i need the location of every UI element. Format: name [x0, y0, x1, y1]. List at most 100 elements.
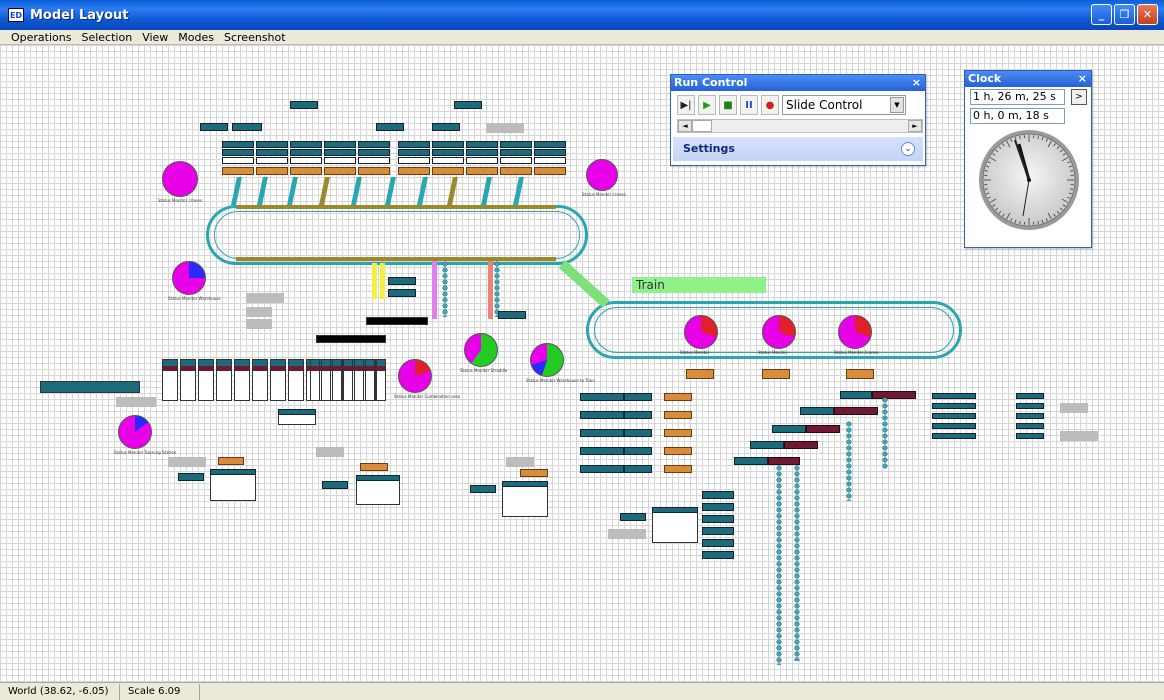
gate-lane-a[interactable] — [580, 429, 624, 437]
status-monitor-pie[interactable] — [172, 261, 206, 295]
upper-bay-left[interactable] — [358, 149, 390, 156]
upper-bay-right[interactable] — [466, 141, 498, 148]
upper-crane-left[interactable] — [324, 167, 356, 175]
dock-queue-2[interactable] — [322, 481, 348, 489]
status-monitor-pie[interactable] — [162, 161, 198, 197]
chevron-down-icon[interactable]: ▼ — [890, 97, 904, 113]
crane-bridge-3[interactable] — [806, 425, 840, 433]
upper-bay-left[interactable] — [290, 149, 322, 156]
dock-queue-3[interactable] — [470, 485, 496, 493]
stack-col-a[interactable] — [932, 403, 976, 409]
stack-col-a[interactable] — [932, 413, 976, 419]
top-queue-3[interactable] — [376, 123, 404, 131]
yard-stack[interactable] — [702, 527, 734, 535]
crane-feed-4[interactable] — [750, 441, 784, 449]
stop-button[interactable]: ■ — [719, 95, 737, 115]
top-station-2[interactable] — [454, 101, 482, 109]
gate-lane-c[interactable] — [664, 411, 692, 419]
buffer-rack-2[interactable] — [366, 317, 428, 325]
storage-column[interactable] — [180, 359, 196, 401]
upper-bay-left[interactable] — [256, 157, 288, 164]
loading-lane[interactable] — [40, 381, 140, 393]
yard-stack[interactable] — [702, 515, 734, 523]
upper-bay-right[interactable] — [500, 157, 532, 164]
upper-crane-left[interactable] — [256, 167, 288, 175]
upper-bay-right[interactable] — [534, 157, 566, 164]
top-buffer[interactable] — [486, 123, 524, 133]
stack-col-b[interactable] — [1016, 423, 1044, 429]
storage-column[interactable] — [216, 359, 232, 401]
upper-bay-left[interactable] — [324, 157, 356, 164]
storage-column[interactable] — [234, 359, 250, 401]
train-feeder-2[interactable] — [388, 289, 416, 297]
upper-bay-right[interactable] — [398, 149, 430, 156]
upper-bay-right[interactable] — [534, 141, 566, 148]
upper-bay-left[interactable] — [222, 149, 254, 156]
storage-column[interactable] — [310, 359, 320, 401]
clock-close-icon[interactable]: × — [1078, 71, 1087, 87]
stack-col-b[interactable] — [1016, 433, 1044, 439]
upper-bay-left[interactable] — [324, 149, 356, 156]
gate-lane-a[interactable] — [580, 447, 624, 455]
yard-stack[interactable] — [702, 551, 734, 559]
crane-bridge-4[interactable] — [784, 441, 818, 449]
dock-orange-2[interactable] — [360, 463, 388, 471]
storage-column[interactable] — [198, 359, 214, 401]
left-buffer-1[interactable] — [246, 293, 284, 303]
upper-crane-right[interactable] — [432, 167, 464, 175]
upper-crane-right[interactable] — [534, 167, 566, 175]
upper-bay-left[interactable] — [324, 141, 356, 148]
restore-button[interactable]: ❐ — [1114, 4, 1135, 25]
right-buffer-1[interactable] — [1060, 403, 1088, 413]
status-monitor-pie[interactable] — [118, 415, 152, 449]
gate-lane-c[interactable] — [664, 447, 692, 455]
crane-bridge-2[interactable] — [834, 407, 878, 415]
status-monitor-pie[interactable] — [530, 343, 564, 377]
storage-column[interactable] — [376, 359, 386, 401]
status-monitor-pie[interactable] — [838, 315, 872, 349]
upper-bay-left[interactable] — [358, 141, 390, 148]
run-control-panel[interactable]: Run Control × ▶| ▶ ■ II ● Slide Control … — [670, 74, 926, 166]
gate-lane-b[interactable] — [624, 411, 652, 419]
dock-orange-1[interactable] — [218, 457, 244, 465]
expand-chevron-icon[interactable]: ⌄ — [901, 142, 915, 156]
dock-queue-1[interactable] — [178, 473, 204, 481]
upper-bay-left[interactable] — [222, 157, 254, 164]
top-station-1[interactable] — [290, 101, 318, 109]
gate-lane-b[interactable] — [624, 465, 652, 473]
upper-bay-right[interactable] — [534, 149, 566, 156]
upper-bay-right[interactable] — [398, 141, 430, 148]
gate-lane-b[interactable] — [624, 447, 652, 455]
gate-lane-b[interactable] — [624, 429, 652, 437]
settings-expander[interactable]: Settings ⌄ — [673, 137, 923, 161]
upper-crane-right[interactable] — [466, 167, 498, 175]
storage-column[interactable] — [343, 359, 353, 401]
right-buffer-2[interactable] — [1060, 431, 1098, 441]
stack-col-b[interactable] — [1016, 413, 1044, 419]
gate-lane-a[interactable] — [580, 411, 624, 419]
left-buffer-7[interactable] — [506, 457, 534, 467]
minimize-button[interactable]: _ — [1091, 4, 1112, 25]
menu-screenshot[interactable]: Screenshot — [223, 31, 287, 44]
status-monitor-pie[interactable] — [398, 359, 432, 393]
storage-column[interactable] — [332, 359, 342, 401]
train-feeder[interactable] — [388, 277, 416, 285]
upper-bay-left[interactable] — [222, 141, 254, 148]
storage-column[interactable] — [270, 359, 286, 401]
stack-col-a[interactable] — [932, 393, 976, 399]
top-queue-4[interactable] — [432, 123, 460, 131]
run-control-close-icon[interactable]: × — [912, 75, 921, 91]
scroll-thumb[interactable] — [692, 120, 712, 132]
upper-bay-right[interactable] — [466, 149, 498, 156]
clock-expand-button[interactable]: > — [1071, 89, 1087, 105]
gate-lane-a[interactable] — [580, 393, 624, 401]
crane-bridge-5[interactable] — [768, 457, 800, 465]
yard-stack[interactable] — [702, 503, 734, 511]
left-buffer-2[interactable] — [246, 307, 272, 317]
upper-crane-right[interactable] — [398, 167, 430, 175]
upper-bay-left[interactable] — [290, 157, 322, 164]
upper-bay-right[interactable] — [432, 149, 464, 156]
upper-bay-right[interactable] — [500, 149, 532, 156]
storage-column[interactable] — [288, 359, 304, 401]
upper-bay-right[interactable] — [432, 157, 464, 164]
